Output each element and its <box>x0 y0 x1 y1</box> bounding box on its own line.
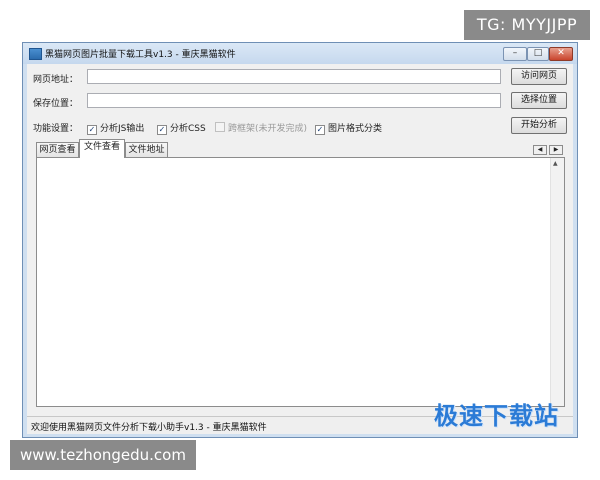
url-label: 网页地址： <box>33 75 79 85</box>
tab-file-view[interactable]: 文件查看 <box>79 139 125 158</box>
option-css-checkbox[interactable]: ✓ 分析CSS <box>157 121 206 135</box>
checkbox-check-icon: ✓ <box>315 125 325 135</box>
scroll-up-icon[interactable]: ▲ <box>553 160 558 167</box>
maximize-button[interactable]: □ <box>527 47 549 61</box>
client-area: 网页地址： 访问网页 保存位置： 选择位置 功能设置： ✓ 分析JS输出 ✓ 分析C… <box>27 64 573 434</box>
tab-web-view[interactable]: 网页查看 <box>36 142 79 157</box>
tab-scroll-left-icon[interactable]: ◀ <box>533 145 547 155</box>
app-window: 黑猫网页图片批量下载工具v1.3 - 重庆黑猫软件 – □ ✕ 网页地址： 访问… <box>22 42 578 438</box>
tab-scroll-right-icon[interactable]: ▶ <box>549 145 563 155</box>
file-view-panel: ▲ <box>36 157 565 407</box>
window-title: 黑猫网页图片批量下载工具v1.3 - 重庆黑猫软件 <box>45 50 236 60</box>
options-label: 功能设置： <box>33 124 79 134</box>
url-input[interactable] <box>87 69 501 84</box>
tg-badge: TG: MYYJJPP <box>464 10 590 40</box>
start-analysis-button[interactable]: 开始分析 <box>511 117 567 134</box>
option-js-label: 分析JS输出 <box>100 124 145 134</box>
save-path-input[interactable] <box>87 93 501 108</box>
close-button[interactable]: ✕ <box>549 47 573 61</box>
choose-location-button[interactable]: 选择位置 <box>511 92 567 109</box>
status-text: 欢迎使用黑猫网页文件分析下载小助手v1.3 - 重庆黑猫软件 <box>31 423 267 433</box>
app-icon <box>29 48 42 60</box>
option-image-format-checkbox[interactable]: ✓ 图片格式分类 <box>315 121 382 135</box>
save-label: 保存位置： <box>33 99 79 109</box>
option-frames-label: 跨框架(未开发完成) <box>228 124 308 134</box>
checkbox-check-icon: ✓ <box>87 125 97 135</box>
option-frames-checkbox: 跨框架(未开发完成) <box>215 121 307 134</box>
site-watermark-left: www.tezhongedu.com <box>10 440 196 470</box>
minimize-button[interactable]: – <box>503 47 527 61</box>
option-css-label: 分析CSS <box>170 124 206 134</box>
checkbox-empty-icon <box>215 122 225 132</box>
tab-file-address[interactable]: 文件地址 <box>125 142 168 157</box>
visit-page-button[interactable]: 访问网页 <box>511 68 567 85</box>
title-bar[interactable]: 黑猫网页图片批量下载工具v1.3 - 重庆黑猫软件 – □ ✕ <box>23 43 577 64</box>
checkbox-check-icon: ✓ <box>157 125 167 135</box>
option-js-checkbox[interactable]: ✓ 分析JS输出 <box>87 121 144 135</box>
vertical-scrollbar[interactable]: ▲ <box>550 158 564 406</box>
site-watermark-right: 极速下载站 <box>434 402 559 430</box>
option-image-format-label: 图片格式分类 <box>328 124 383 134</box>
